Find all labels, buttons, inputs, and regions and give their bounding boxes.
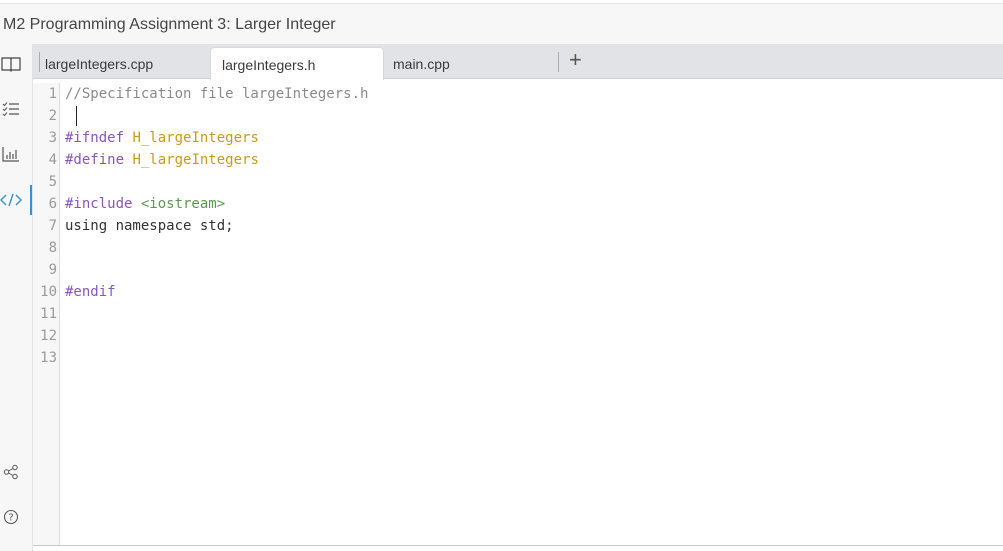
title-bar: M2 Programming Assignment 3: Larger Inte… bbox=[0, 4, 1003, 44]
file-tab-bar: largeIntegers.cpp largeIntegers.h main.c… bbox=[33, 44, 1003, 80]
line-number: 10 bbox=[40, 284, 57, 300]
help-icon[interactable]: ? bbox=[0, 506, 22, 528]
text-cursor bbox=[76, 106, 77, 126]
line-number: 4 bbox=[48, 152, 57, 168]
add-tab-button[interactable]: + bbox=[569, 47, 582, 73]
line-number: 1 bbox=[48, 86, 57, 102]
tab-divider bbox=[558, 52, 559, 72]
share-icon[interactable] bbox=[0, 461, 22, 483]
code-line[interactable]: #define H_largeIntegers bbox=[65, 152, 259, 168]
line-number: 3 bbox=[48, 130, 57, 146]
tab-largeintegers-cpp[interactable]: largeIntegers.cpp bbox=[34, 47, 209, 79]
code-token-plain: using namespace std; bbox=[65, 218, 234, 234]
svg-text:?: ? bbox=[8, 513, 13, 524]
line-number: 13 bbox=[40, 350, 57, 366]
tab-largeintegers-h[interactable]: largeIntegers.h bbox=[210, 47, 384, 80]
line-number-gutter: 1 2 3 4 5 6 7 8 9 10 11 12 13 bbox=[33, 83, 60, 545]
line-number: 9 bbox=[48, 262, 57, 278]
line-number: 5 bbox=[48, 174, 57, 190]
chart-icon[interactable] bbox=[0, 143, 22, 165]
code-line[interactable]: //Specification file largeIntegers.h bbox=[65, 86, 368, 102]
code-token-def: H_largeIntegers bbox=[132, 130, 259, 146]
line-number: 8 bbox=[48, 240, 57, 256]
code-token-comment: //Specification file largeIntegers.h bbox=[65, 86, 369, 102]
line-number: 7 bbox=[48, 218, 57, 234]
code-line[interactable]: #endif bbox=[65, 284, 116, 300]
code-token-meta: #ifndef bbox=[65, 130, 133, 146]
line-number: 11 bbox=[40, 306, 57, 322]
bottom-border bbox=[33, 545, 1003, 546]
book-icon[interactable] bbox=[0, 53, 22, 75]
code-line[interactable]: #ifndef H_largeIntegers bbox=[65, 130, 259, 146]
tab-main-cpp[interactable]: main.cpp bbox=[382, 47, 557, 79]
line-number: 2 bbox=[48, 108, 57, 124]
line-number: 6 bbox=[48, 196, 57, 212]
code-token-meta: #include bbox=[65, 196, 141, 212]
code-token-string: <iostream> bbox=[140, 196, 226, 212]
line-number: 12 bbox=[40, 328, 57, 344]
code-token-meta: #define bbox=[65, 152, 133, 168]
sidebar: ? bbox=[0, 44, 33, 551]
code-line[interactable]: #include <iostream> bbox=[65, 196, 225, 212]
code-line[interactable]: using namespace std; bbox=[65, 218, 234, 234]
code-token-meta: #endif bbox=[65, 284, 116, 300]
page-title: M2 Programming Assignment 3: Larger Inte… bbox=[3, 16, 336, 33]
checklist-icon[interactable] bbox=[0, 98, 22, 120]
active-indicator bbox=[30, 185, 32, 215]
code-token-def: H_largeIntegers bbox=[132, 152, 259, 168]
code-editor[interactable]: 1 2 3 4 5 6 7 8 9 10 11 12 13 //Specification file l… bbox=[33, 83, 1003, 545]
code-icon[interactable] bbox=[0, 189, 22, 211]
